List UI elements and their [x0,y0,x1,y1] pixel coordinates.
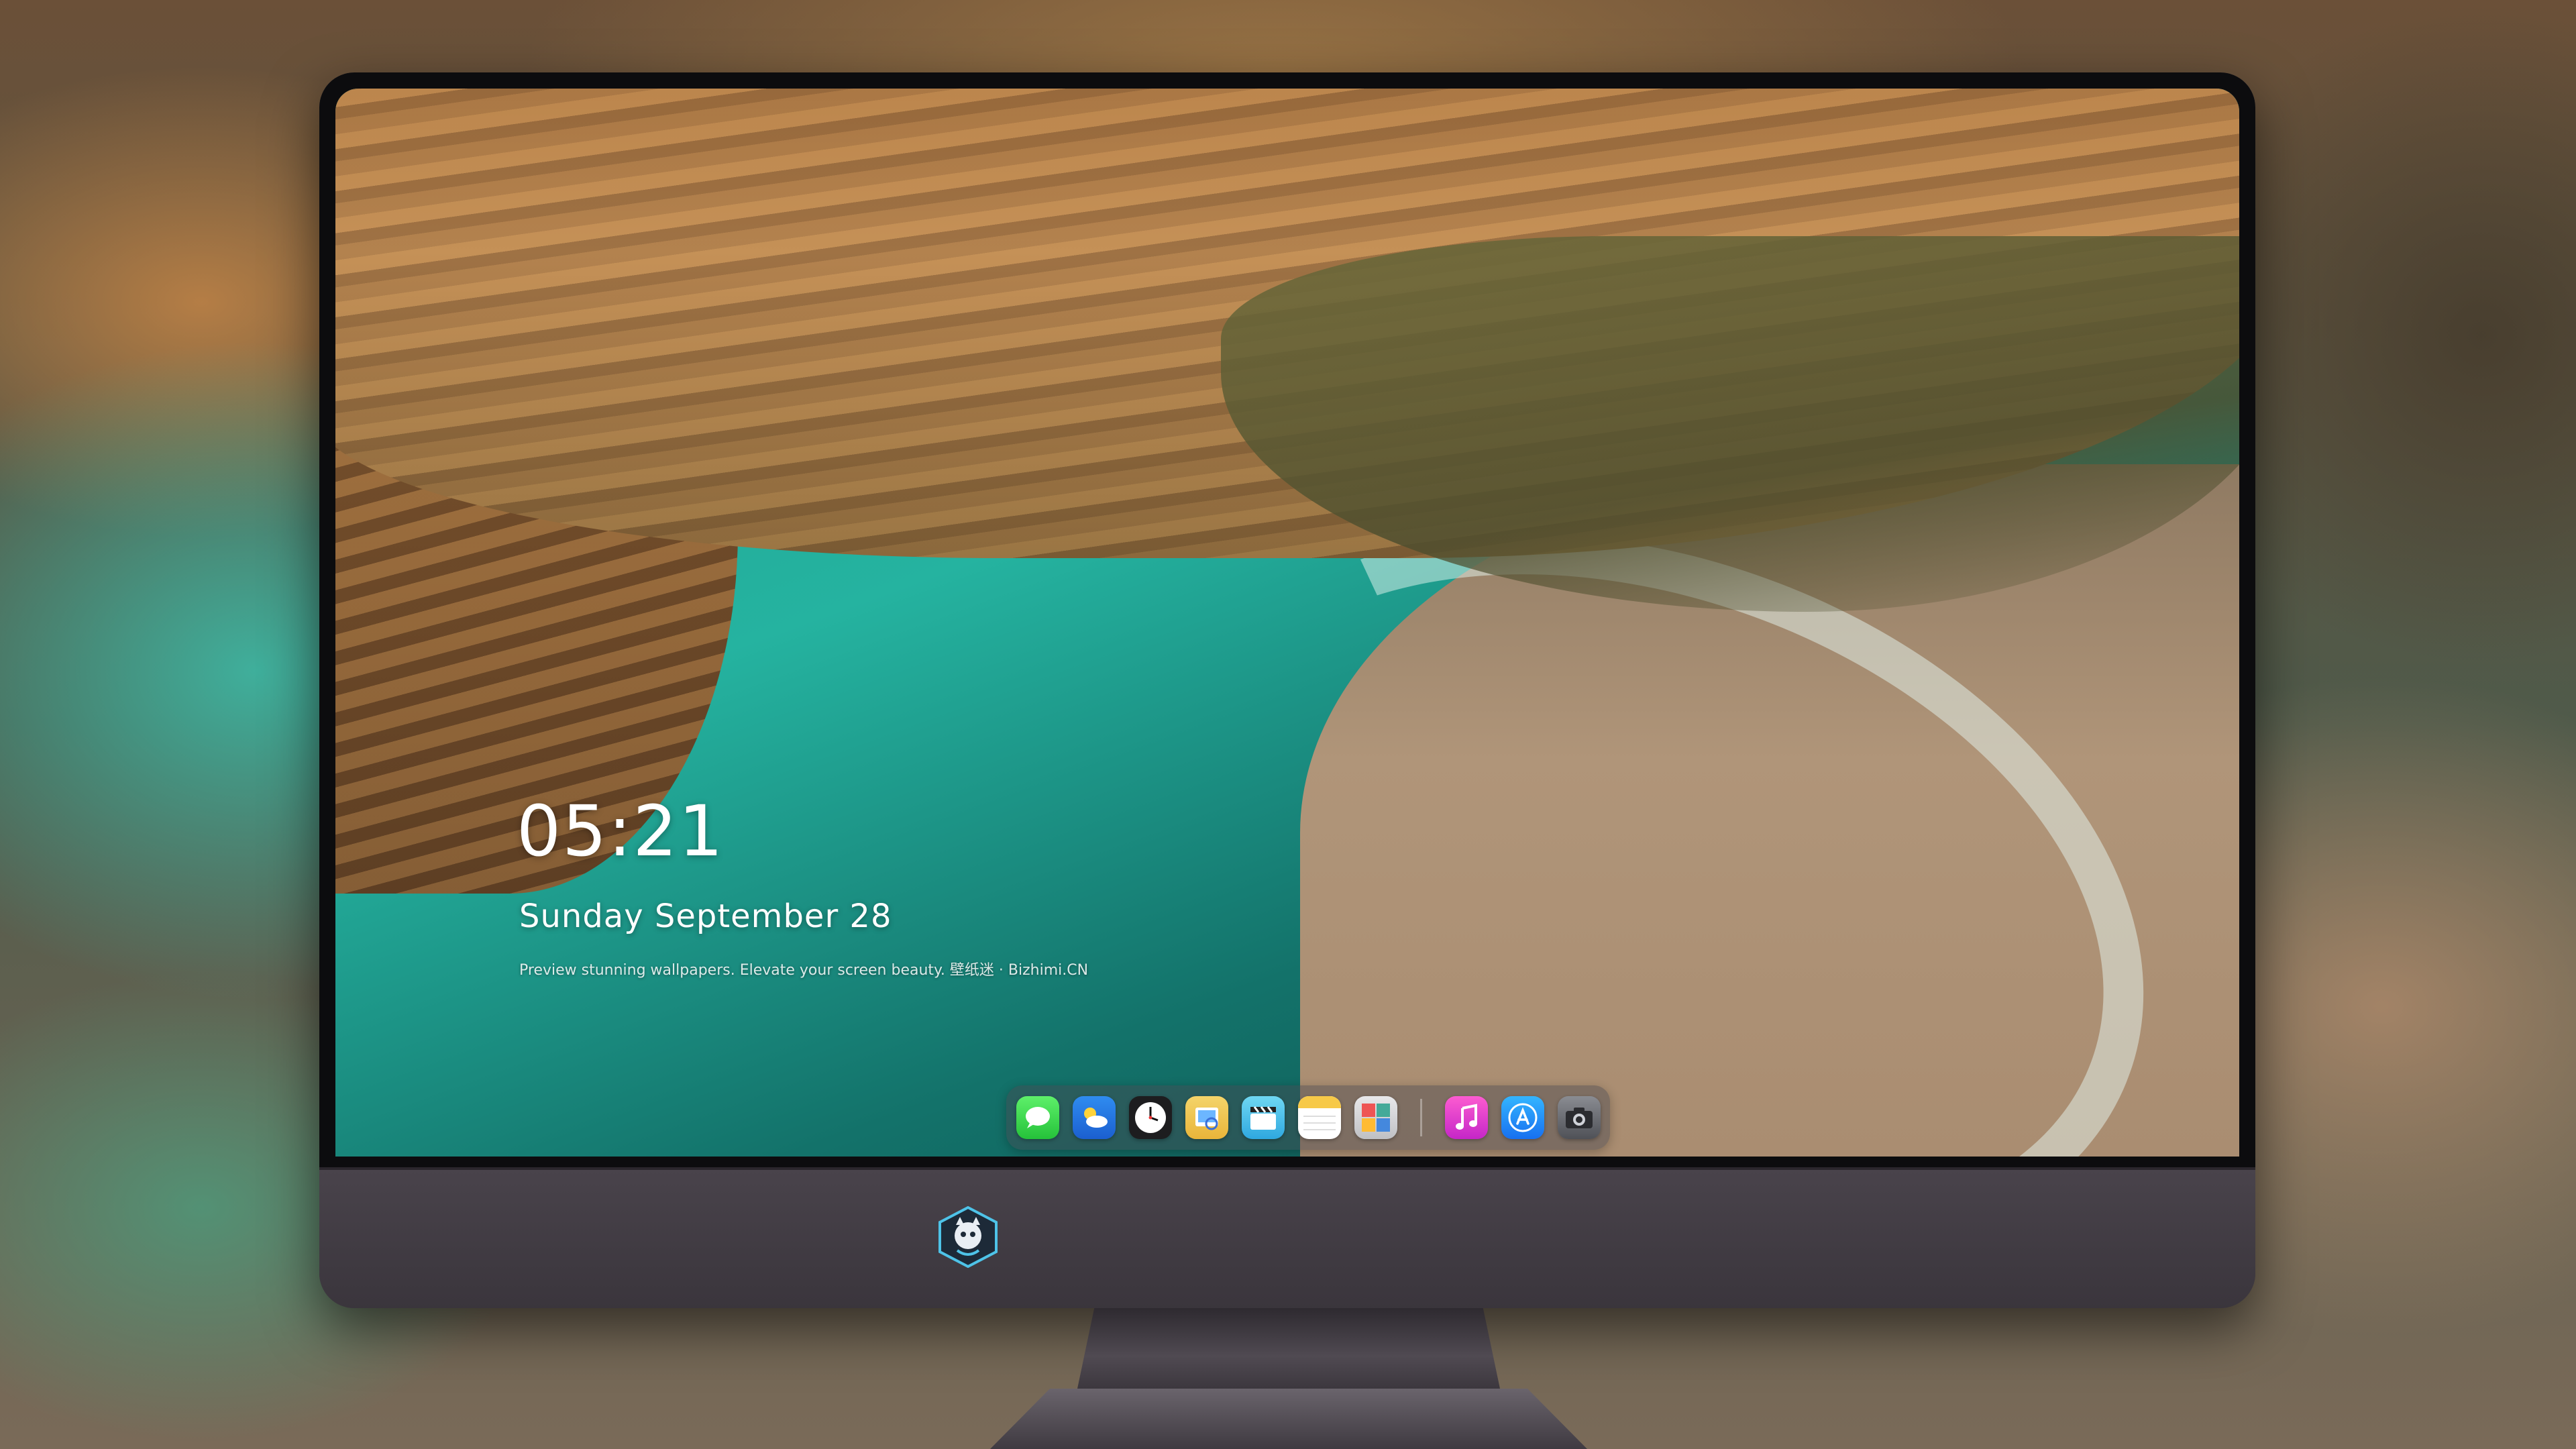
dock-separator [1419,1099,1422,1136]
camera-icon[interactable] [1557,1096,1601,1139]
notes-icon[interactable] [1297,1096,1341,1139]
lockscreen-tagline: Preview stunning wallpapers. Elevate you… [519,962,1089,979]
brand-logo [938,1206,998,1268]
monitor-bezel: 05:21 Sunday September 28 Preview stunni… [319,72,2255,1167]
monitor-stand-base [990,1389,1587,1449]
messages-icon[interactable] [1016,1096,1059,1139]
photo-booth-icon[interactable] [1354,1096,1397,1139]
screen: 05:21 Sunday September 28 Preview stunni… [335,89,2239,1157]
lockscreen-time: 05:21 [517,790,724,872]
weather-icon[interactable] [1072,1096,1116,1139]
monitor-stand-neck [1077,1308,1500,1389]
lockscreen-date: Sunday September 28 [519,898,892,935]
clock-icon[interactable] [1128,1096,1172,1139]
monitor-chin [319,1167,2255,1308]
clips-icon[interactable] [1241,1096,1285,1139]
music-icon[interactable] [1444,1096,1488,1139]
monitor: 05:21 Sunday September 28 Preview stunni… [319,72,2255,1308]
dock [1006,1085,1610,1150]
app-store-icon[interactable] [1501,1096,1544,1139]
preview-icon[interactable] [1185,1096,1228,1139]
scene: 05:21 Sunday September 28 Preview stunni… [0,0,2576,1449]
